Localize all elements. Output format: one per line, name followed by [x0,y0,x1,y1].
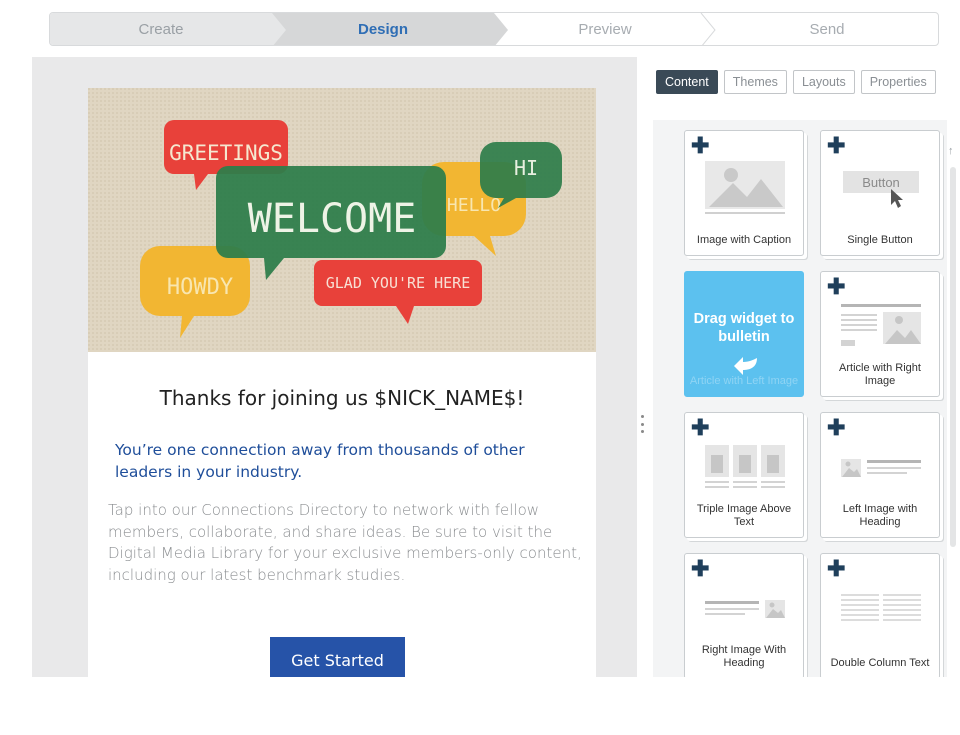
widget-panel: ✚ Image with Caption ✚ Button Single But… [653,120,947,677]
widget-left-image-with-heading[interactable]: ✚ Left Image with Heading [820,412,940,538]
step-create[interactable]: Create [50,13,286,45]
article-right-image-icon [841,304,921,346]
tab-layouts[interactable]: Layouts [792,70,855,94]
left-image-heading-icon [841,459,921,477]
scroll-up-icon[interactable]: ↑ [948,145,954,157]
email-title[interactable]: Thanks for joining us $NICK_NAME$! [88,386,596,410]
widget-single-button[interactable]: ✚ Button Single Button [820,130,940,256]
widget-label: Right Image With Heading [701,644,787,669]
widget-panel-scrollbar[interactable]: ↑ [947,145,958,677]
add-icon: ✚ [827,415,846,440]
add-icon: ✚ [827,556,846,581]
widget-article-right-image[interactable]: ✚ Article with Right Image [820,271,940,397]
widget-image-with-caption[interactable]: ✚ Image with Caption [684,130,804,256]
hero-glad-text: GLAD YOU'RE HERE [326,274,471,292]
step-design[interactable]: Design [272,13,508,45]
widget-label: Article with Right Image [839,362,921,387]
tab-themes[interactable]: Themes [723,70,787,94]
tab-properties[interactable]: Properties [860,70,936,94]
widget-triple-image-above-text[interactable]: ✚ Triple Image Above Text [684,412,804,538]
widget-article-left-image[interactable]: Drag widget to bulletin Article with Lef… [684,271,804,397]
add-icon: ✚ [827,133,846,158]
hero-greetings-text: GREETINGS [169,141,283,165]
add-icon: ✚ [827,274,846,299]
widget-right-image-with-heading[interactable]: ✚ Right Image With Heading [684,553,804,677]
right-image-heading-icon [705,600,785,618]
drag-icon [734,357,757,375]
step-preview-label: Preview [578,20,632,38]
chevron-right-icon [700,13,716,45]
design-canvas: GREETINGS HOWDY HELLO HI WELCOME GLAD YO… [32,57,637,677]
image-caption-icon [705,161,785,214]
panel-tabs: Content Themes Layouts Properties [656,70,936,94]
wizard-stepper: Create Design Preview Send [49,12,939,46]
step-preview[interactable]: Preview [494,13,716,45]
scrollbar-thumb[interactable] [950,167,956,547]
step-send[interactable]: Send [716,13,938,45]
widget-label: Image with Caption [696,234,792,246]
hero-hello-text: HELLO [447,195,501,216]
add-icon: ✚ [691,415,710,440]
widget-label: Article with Left Image [689,375,799,387]
widget-label: Single Button [847,234,913,246]
step-create-label: Create [138,20,184,38]
hero-welcome-text: WELCOME [248,196,417,242]
hero-howdy-text: HOWDY [167,275,233,300]
widget-label: Double Column Text [830,657,930,669]
widget-label: Triple Image Above Text [696,503,792,528]
double-column-text-icon [841,594,921,621]
welcome-banner-image[interactable]: GREETINGS HOWDY HELLO HI WELCOME GLAD YO… [88,88,596,352]
button-icon: Button [843,171,919,208]
get-started-button[interactable]: Get Started [270,637,405,677]
email-subtitle[interactable]: You’re one connection away from thousand… [115,439,555,483]
add-icon: ✚ [691,556,710,581]
drag-hint: Drag widget to bulletin [693,311,795,345]
add-icon: ✚ [691,133,710,158]
widget-label: Left Image with Heading [842,503,918,528]
widget-double-column-text[interactable]: ✚ Double Column Text [820,553,940,677]
email-body-text[interactable]: Tap into our Connections Directory to ne… [108,500,588,586]
step-design-label: Design [357,20,408,38]
tab-content[interactable]: Content [656,70,718,94]
triple-image-icon [705,445,785,488]
hero-hi-text: HI [514,156,538,180]
step-send-label: Send [809,20,845,38]
panel-resize-handle[interactable] [640,415,644,433]
email-preview: GREETINGS HOWDY HELLO HI WELCOME GLAD YO… [88,88,596,677]
button-preview-text: Button [862,175,900,190]
